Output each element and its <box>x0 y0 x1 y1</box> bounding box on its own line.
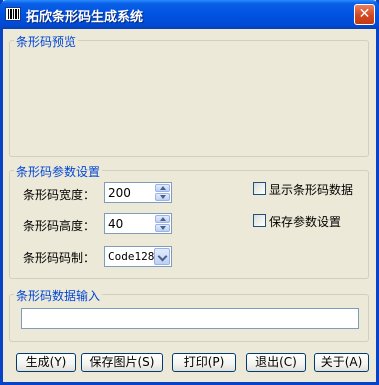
dropdown-button[interactable] <box>154 248 170 265</box>
chevron-down-icon <box>157 251 168 262</box>
settings-legend: 条形码参数设置 <box>14 163 103 180</box>
width-decrement-button[interactable] <box>155 193 170 201</box>
print-button[interactable]: 打印(P) <box>172 353 236 372</box>
exit-button[interactable]: 退出(C) <box>246 353 306 372</box>
main-window: 拓欣条形码生成系统 ✕ 条形码预览 条形码参数设置 条形码宽度： 200 条形码… <box>0 0 379 385</box>
save-params-label[interactable]: 保存参数设置 <box>269 213 341 230</box>
preview-group: 条形码预览 <box>9 33 369 157</box>
show-data-checkbox[interactable] <box>253 182 266 195</box>
height-label: 条形码高度： <box>23 219 96 233</box>
barcode-app-icon <box>5 7 21 21</box>
title-bar[interactable]: 拓欣条形码生成系统 ✕ <box>0 0 379 29</box>
show-data-label[interactable]: 显示条形码数据 <box>269 181 353 198</box>
close-button[interactable]: ✕ <box>354 4 375 25</box>
height-increment-button[interactable] <box>155 215 170 223</box>
height-decrement-button[interactable] <box>155 224 170 232</box>
width-spinbox[interactable]: 200 <box>104 182 172 203</box>
arrow-down-icon <box>160 195 166 199</box>
data-input-legend: 条形码数据输入 <box>14 287 103 304</box>
window-title: 拓欣条形码生成系统 <box>26 10 144 25</box>
close-icon: ✕ <box>358 6 371 22</box>
arrow-up-icon <box>160 217 166 221</box>
height-spinbox[interactable]: 40 <box>104 213 172 234</box>
save-params-checkbox[interactable] <box>253 214 266 227</box>
about-button[interactable]: 关于(A) <box>314 353 369 372</box>
width-increment-button[interactable] <box>155 184 170 192</box>
save-image-button[interactable]: 保存图片(S) <box>81 353 163 372</box>
arrow-up-icon <box>160 186 166 190</box>
arrow-down-icon <box>160 226 166 230</box>
symbology-label: 条形码码制： <box>23 251 96 265</box>
generate-button[interactable]: 生成(Y) <box>16 353 76 372</box>
preview-legend: 条形码预览 <box>14 33 79 50</box>
barcode-data-input[interactable] <box>21 308 359 329</box>
symbology-value: Code128 <box>108 250 155 263</box>
width-value: 200 <box>108 186 131 200</box>
height-value: 40 <box>108 217 124 231</box>
symbology-select[interactable]: Code128 <box>104 246 172 267</box>
width-label: 条形码宽度： <box>23 188 96 202</box>
